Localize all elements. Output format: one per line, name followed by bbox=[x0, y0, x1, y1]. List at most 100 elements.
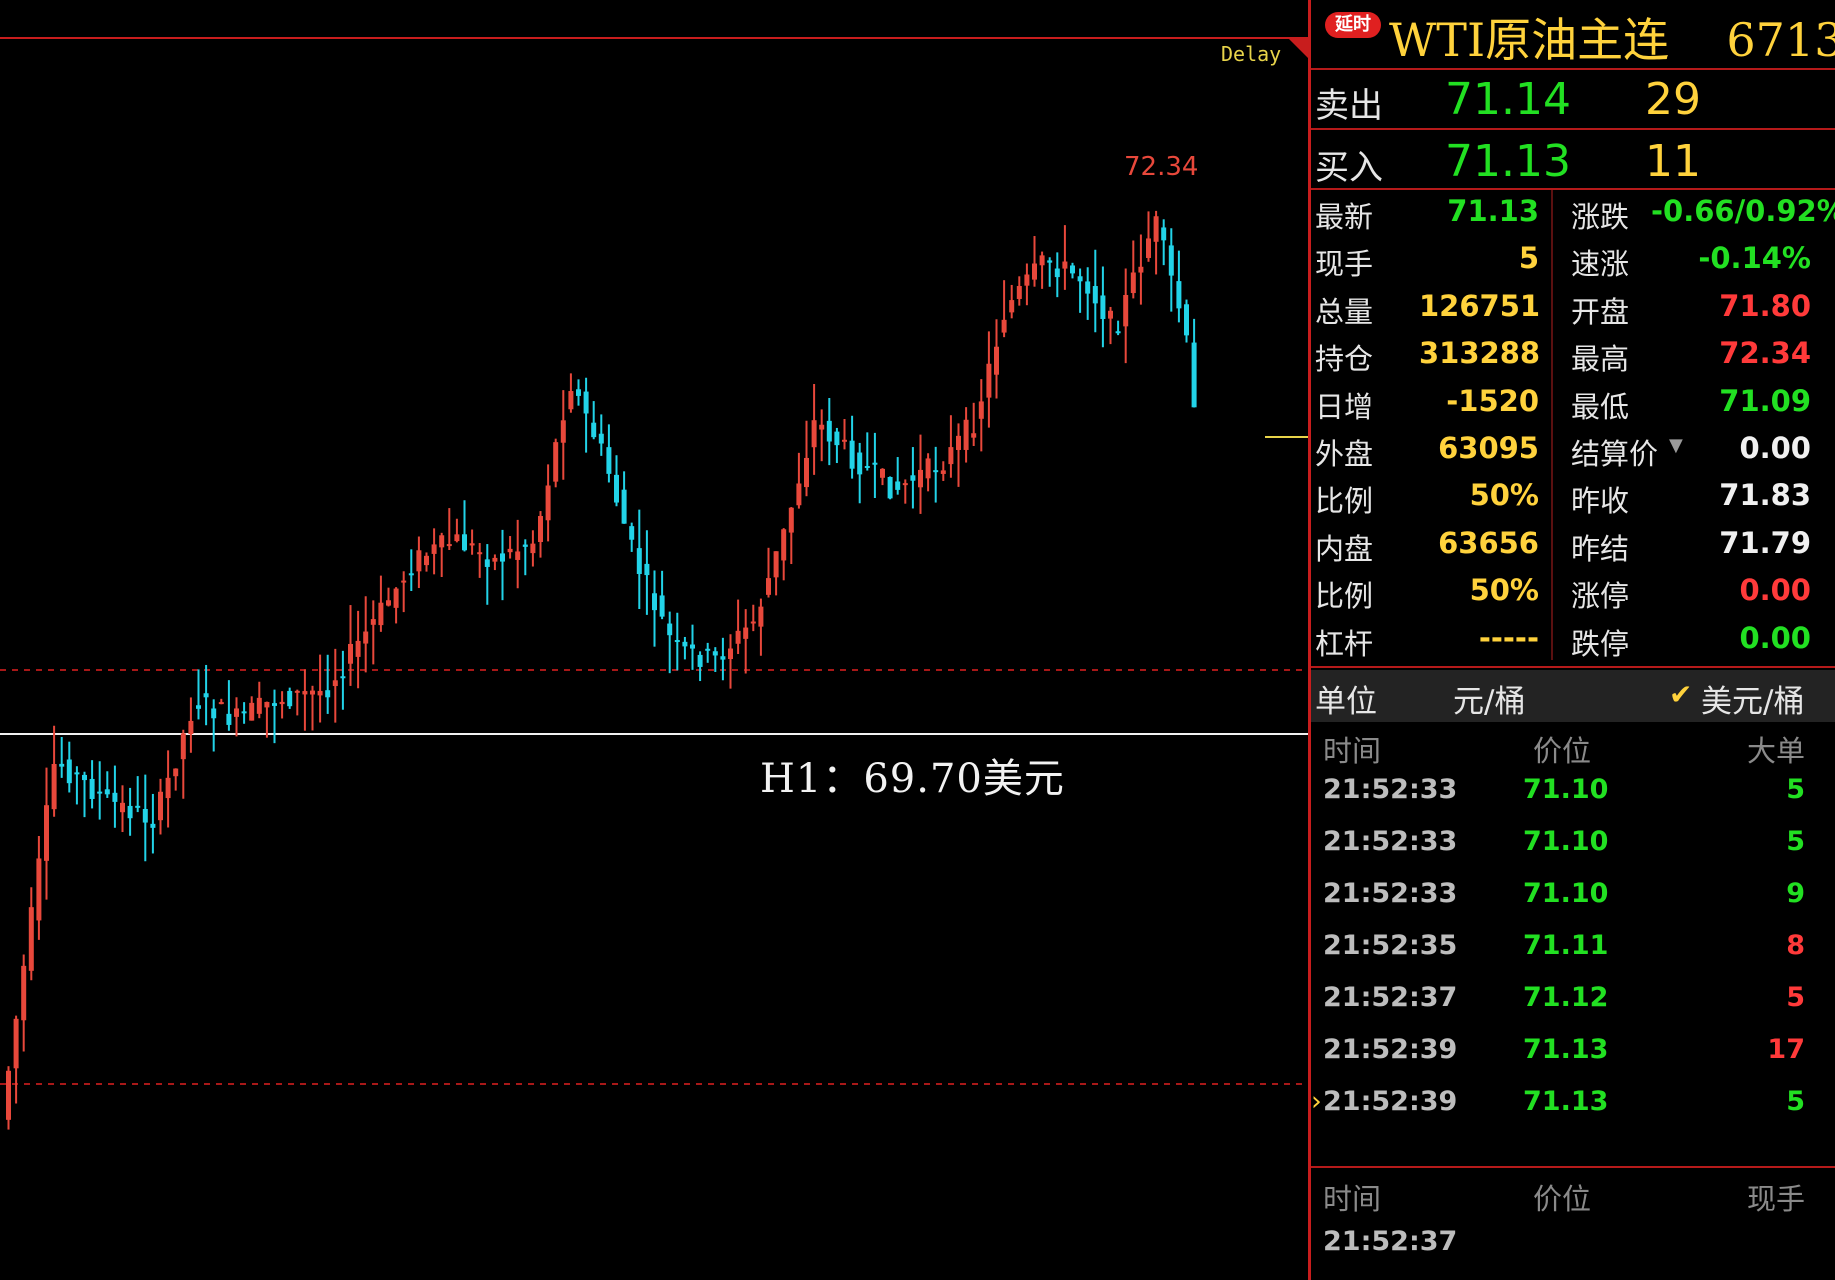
tick-time: 21:52:33 bbox=[1323, 826, 1458, 857]
unit-option-cny[interactable]: 元/桶 bbox=[1453, 676, 1525, 721]
candle-body bbox=[902, 483, 908, 486]
candle-body bbox=[1070, 265, 1075, 274]
ask-price: 71.14 bbox=[1445, 74, 1571, 125]
candle-body bbox=[59, 763, 65, 767]
candle-body bbox=[880, 468, 885, 478]
candle-body bbox=[1077, 276, 1083, 282]
candle-body bbox=[13, 1018, 19, 1069]
candle-body bbox=[1168, 245, 1174, 276]
candle-body bbox=[697, 654, 703, 667]
candle-body bbox=[887, 477, 893, 499]
stat-value: 72.34 bbox=[1719, 336, 1811, 371]
candle-body bbox=[811, 420, 817, 448]
tick-price: 71.10 bbox=[1523, 774, 1609, 805]
candle-body bbox=[1085, 281, 1091, 294]
stat-value: -0.14% bbox=[1698, 241, 1811, 276]
stat-value: 0.00 bbox=[1739, 431, 1811, 465]
unit-option-usd[interactable]: 美元/桶 bbox=[1701, 676, 1804, 721]
candle-body bbox=[325, 690, 331, 698]
candle-body bbox=[97, 791, 103, 794]
candle-body bbox=[720, 656, 726, 660]
candle-body bbox=[104, 789, 110, 795]
candle-body bbox=[36, 858, 42, 921]
candle-body bbox=[1138, 266, 1144, 273]
candle-body bbox=[454, 534, 460, 542]
stat-label: 持仓 bbox=[1315, 342, 1374, 377]
candle-body bbox=[424, 555, 429, 566]
candle-body bbox=[310, 690, 315, 695]
candle-body bbox=[142, 808, 148, 823]
candlestick-chart[interactable]: Delay 72.34 H1：69.70美元 bbox=[0, 0, 1308, 1280]
unit-selector: 单位 元/桶 ✔ 美元/桶 bbox=[1311, 670, 1835, 722]
candle-body bbox=[492, 557, 498, 562]
candle-body bbox=[507, 548, 513, 553]
stat-value: 63095 bbox=[1438, 431, 1539, 465]
tick-price: 71.13 bbox=[1523, 1086, 1609, 1117]
stat-value: 71.79 bbox=[1719, 525, 1811, 560]
candle-body bbox=[226, 713, 232, 725]
bid-row[interactable]: 买入 71.13 11 bbox=[1311, 134, 1835, 194]
stat-value: 0.00 bbox=[1739, 620, 1811, 655]
candle-body bbox=[287, 690, 293, 707]
stat-label: 杠杆 bbox=[1315, 626, 1374, 661]
candle-body bbox=[66, 759, 72, 784]
chart-canvas[interactable] bbox=[0, 0, 1308, 1280]
candle-body bbox=[1016, 286, 1022, 299]
candle-body bbox=[940, 470, 946, 474]
candle-body bbox=[439, 535, 445, 548]
candle-body bbox=[340, 676, 346, 679]
stat-label: 跌停 bbox=[1571, 626, 1630, 661]
stat-label: 开盘 bbox=[1571, 294, 1630, 329]
candle-body bbox=[241, 711, 247, 714]
candle-body bbox=[1146, 238, 1151, 258]
tick-size: 5 bbox=[1786, 774, 1805, 805]
candle-body bbox=[1130, 272, 1136, 294]
candle-body bbox=[256, 697, 262, 714]
bid-price: 71.13 bbox=[1445, 136, 1571, 187]
candle-body bbox=[933, 470, 939, 473]
candle-body bbox=[446, 544, 452, 547]
stat-label[interactable]: 结算价 bbox=[1571, 431, 1658, 473]
candle-body bbox=[173, 768, 179, 777]
stat-value: 71.83 bbox=[1719, 478, 1811, 513]
candle-body bbox=[279, 701, 285, 705]
candle-body bbox=[728, 648, 733, 660]
stat-label: 最高 bbox=[1571, 342, 1630, 377]
stat-value: 71.13 bbox=[1447, 194, 1539, 228]
candle-body bbox=[1054, 268, 1060, 278]
candle-body bbox=[804, 457, 809, 488]
tick-price: 71.10 bbox=[1523, 878, 1609, 909]
stat-label: 比例 bbox=[1315, 484, 1374, 519]
tick-size: 5 bbox=[1786, 826, 1805, 857]
candle-body bbox=[636, 548, 642, 574]
stat-value: 50% bbox=[1469, 478, 1539, 513]
check-icon: ✔ bbox=[1669, 678, 1693, 711]
stat-label: 现手 bbox=[1315, 247, 1374, 282]
tick-time: 21:52:37 bbox=[1323, 982, 1458, 1013]
unit-label: 单位 bbox=[1315, 684, 1377, 720]
candle-body bbox=[553, 442, 559, 482]
trade-time: 21:52:37 bbox=[1323, 1226, 1458, 1257]
stat-label: 内盘 bbox=[1315, 531, 1374, 566]
candle-body bbox=[249, 702, 255, 721]
candle-body bbox=[1184, 304, 1189, 336]
candle-body bbox=[659, 595, 665, 617]
stat-value: 50% bbox=[1469, 573, 1539, 608]
stat-label: 比例 bbox=[1315, 579, 1374, 614]
contract-name: WTI原油主连 bbox=[1389, 13, 1670, 67]
candle-body bbox=[1032, 263, 1037, 280]
candle-body bbox=[1062, 261, 1068, 269]
tick-size: 17 bbox=[1767, 1034, 1805, 1065]
stat-label: 昨收 bbox=[1571, 484, 1630, 519]
candle-body bbox=[667, 623, 673, 636]
candle-body bbox=[842, 439, 847, 442]
candle-body bbox=[910, 475, 916, 481]
candle-body bbox=[712, 651, 718, 656]
candle-body bbox=[264, 701, 270, 708]
ask-row[interactable]: 卖出 71.14 29 bbox=[1311, 72, 1835, 132]
candle-body bbox=[956, 435, 961, 450]
candle-body bbox=[89, 778, 95, 799]
candle-body bbox=[1009, 300, 1015, 313]
stat-value: ----- bbox=[1478, 620, 1539, 655]
trades-header-time: 时间 bbox=[1323, 1182, 1382, 1216]
